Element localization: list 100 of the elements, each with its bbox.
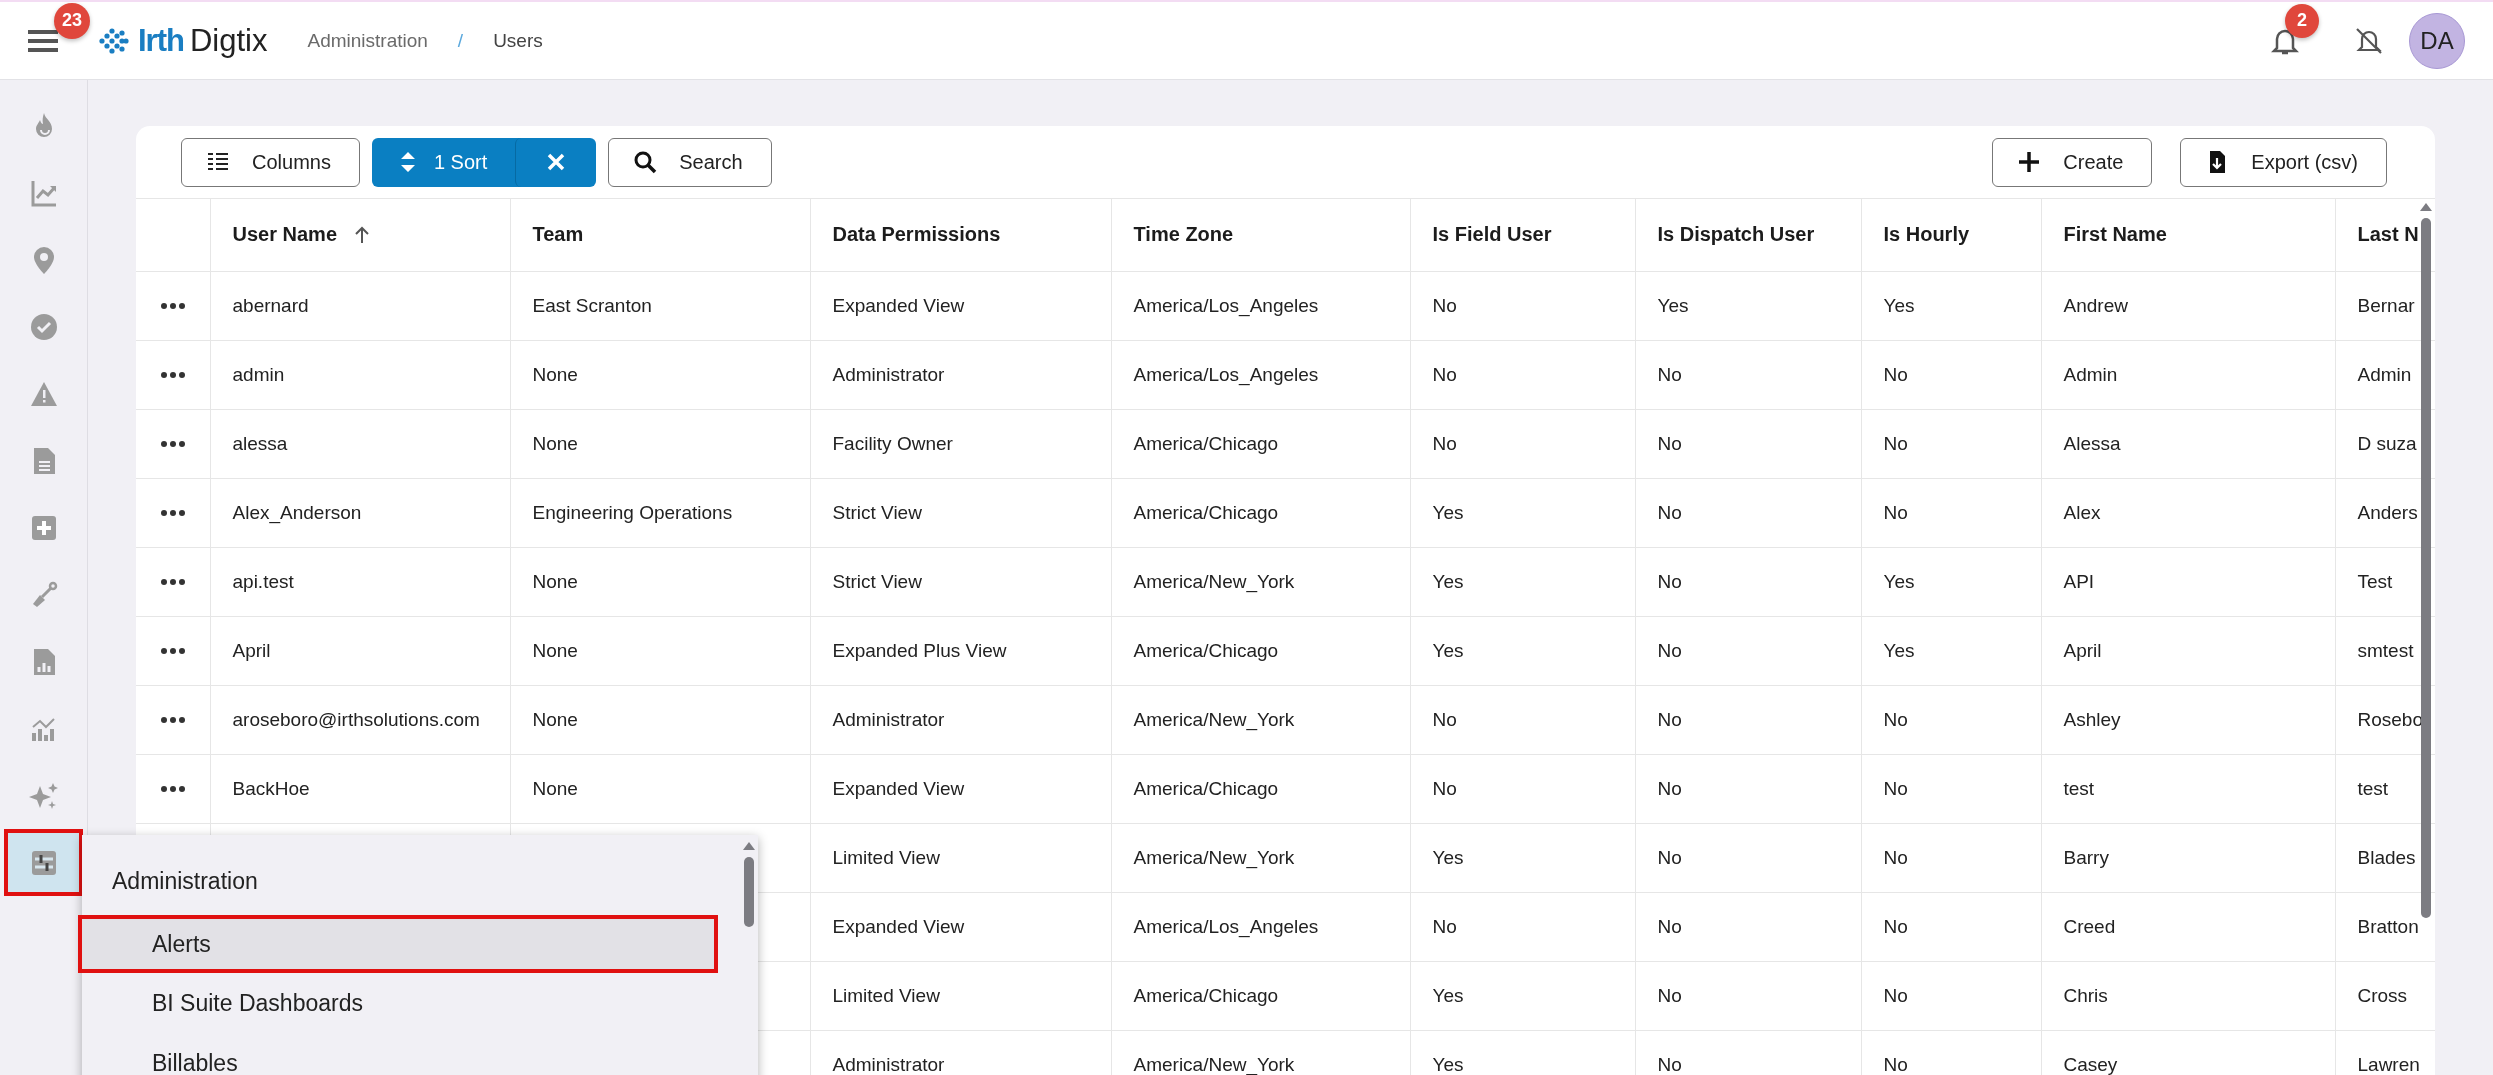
column-header[interactable]: Is Hourly xyxy=(1883,223,1970,247)
scrollbar-thumb[interactable] xyxy=(744,857,754,927)
columns-button[interactable]: Columns xyxy=(181,137,360,187)
table-cell: Yes xyxy=(1883,294,1915,316)
scrollbar-thumb[interactable] xyxy=(2421,218,2431,918)
menu-icon[interactable] xyxy=(28,28,58,53)
table-cell: America/Los_Angeles xyxy=(1133,363,1319,385)
table-cell: Chris xyxy=(2063,984,2108,1006)
table-cell: No xyxy=(1883,363,1908,385)
scroll-up-icon[interactable] xyxy=(742,841,756,851)
breadcrumb[interactable]: Administration xyxy=(307,29,428,52)
column-header[interactable]: Data Permissions xyxy=(832,223,1001,247)
more-icon[interactable] xyxy=(159,370,186,379)
table-cell: Bernar xyxy=(2357,294,2415,316)
column-header[interactable]: Time Zone xyxy=(1133,223,1234,247)
table-cell: America/Los_Angeles xyxy=(1133,915,1319,937)
table-cell: America/New_York xyxy=(1133,846,1295,868)
table-cell: Expanded View xyxy=(832,915,965,937)
table-cell: Facility Owner xyxy=(832,432,953,454)
notification-badge: 23 xyxy=(54,2,90,39)
table-cell: None xyxy=(532,570,578,592)
table-cell: America/New_York xyxy=(1133,570,1295,592)
notification-badge: 2 xyxy=(2285,3,2319,38)
breadcrumb: Users xyxy=(493,29,543,52)
table-cell: D suza xyxy=(2357,432,2417,454)
table-cell: Admin xyxy=(2063,363,2118,385)
table-cell: No xyxy=(1657,777,1682,799)
create-button[interactable]: Create xyxy=(1992,137,2153,187)
table-cell: Strict View xyxy=(832,501,922,523)
column-header[interactable]: Team xyxy=(532,223,584,247)
table-cell: No xyxy=(1657,363,1682,385)
more-icon[interactable] xyxy=(159,577,186,586)
table-cell: alessa xyxy=(232,432,288,454)
table-cell: No xyxy=(1883,432,1908,454)
table-cell: No xyxy=(1432,363,1457,385)
more-icon[interactable] xyxy=(159,715,186,724)
column-header[interactable]: Last N xyxy=(2357,223,2419,247)
table-cell: No xyxy=(1883,708,1908,730)
table-cell: Strict View xyxy=(832,570,922,592)
column-header[interactable]: User Name xyxy=(232,223,337,247)
more-icon[interactable] xyxy=(159,646,186,655)
more-icon[interactable] xyxy=(159,784,186,793)
table-cell: Andrew xyxy=(2063,294,2128,316)
user-avatar[interactable]: DA xyxy=(2409,12,2465,69)
table-cell: Bratton xyxy=(2357,915,2419,937)
column-header[interactable]: Is Field User xyxy=(1432,223,1552,247)
table-cell: None xyxy=(532,432,578,454)
table-cell: Admin xyxy=(2357,363,2412,385)
table-cell: No xyxy=(1883,501,1908,523)
table-cell: America/Chicago xyxy=(1133,501,1279,523)
column-header[interactable]: First Name xyxy=(2063,223,2167,247)
table-cell: America/Chicago xyxy=(1133,432,1279,454)
logo-icon xyxy=(98,26,130,55)
sidebar-item[interactable] xyxy=(4,829,83,896)
column-header[interactable]: Is Dispatch User xyxy=(1657,223,1815,247)
table-cell: Ashley xyxy=(2063,708,2121,730)
table-cell: aroseboro@irthsolutions.com xyxy=(232,708,480,730)
table-cell: America/Los_Angeles xyxy=(1133,294,1319,316)
sort-arrow-icon[interactable] xyxy=(353,224,371,245)
table-cell: No xyxy=(1883,915,1908,937)
menu-item[interactable]: Billables xyxy=(78,1033,718,1075)
scroll-up-icon[interactable] xyxy=(2419,202,2433,212)
table-cell: Casey xyxy=(2063,1053,2118,1075)
table-cell: Creed xyxy=(2063,915,2116,937)
brand-name: Irth xyxy=(138,22,184,59)
table-cell: No xyxy=(1432,915,1457,937)
search-button[interactable]: Search xyxy=(608,137,772,187)
table-cell: America/Chicago xyxy=(1133,639,1279,661)
table-cell: BackHoe xyxy=(232,777,310,799)
table-cell: No xyxy=(1432,708,1457,730)
table-cell: Test xyxy=(2357,570,2393,592)
table-cell: Cross xyxy=(2357,984,2408,1006)
more-icon[interactable] xyxy=(159,508,186,517)
table-cell: None xyxy=(532,363,578,385)
more-icon[interactable] xyxy=(159,439,186,448)
export-button[interactable]: Export (csv) xyxy=(2180,137,2387,187)
menu-item[interactable]: Alerts xyxy=(78,915,718,973)
table-cell: Administrator xyxy=(832,363,945,385)
table-cell: America/Chicago xyxy=(1133,984,1279,1006)
table-cell: Limited View xyxy=(832,984,940,1006)
menu-heading: Administration xyxy=(112,866,258,896)
table-cell: No xyxy=(1883,846,1908,868)
table-cell: Yes xyxy=(1432,570,1464,592)
table-cell: None xyxy=(532,777,578,799)
table-cell: Yes xyxy=(1432,984,1464,1006)
table-cell: None xyxy=(532,708,578,730)
table-cell: No xyxy=(1883,777,1908,799)
table-cell: API xyxy=(2063,570,2095,592)
table-cell: smtest xyxy=(2357,639,2414,661)
menu-item[interactable]: BI Suite Dashboards xyxy=(78,973,718,1033)
table-cell: Alessa xyxy=(2063,432,2121,454)
more-icon[interactable] xyxy=(159,301,186,310)
table-cell: Administrator xyxy=(832,1053,945,1075)
table-cell: No xyxy=(1657,501,1682,523)
table-cell: No xyxy=(1657,432,1682,454)
table-cell: admin xyxy=(232,363,285,385)
table-cell: Alex xyxy=(2063,501,2101,523)
plus-icon xyxy=(2017,150,2042,174)
table-cell: No xyxy=(1432,294,1457,316)
table-cell: Rosebo xyxy=(2357,708,2423,730)
